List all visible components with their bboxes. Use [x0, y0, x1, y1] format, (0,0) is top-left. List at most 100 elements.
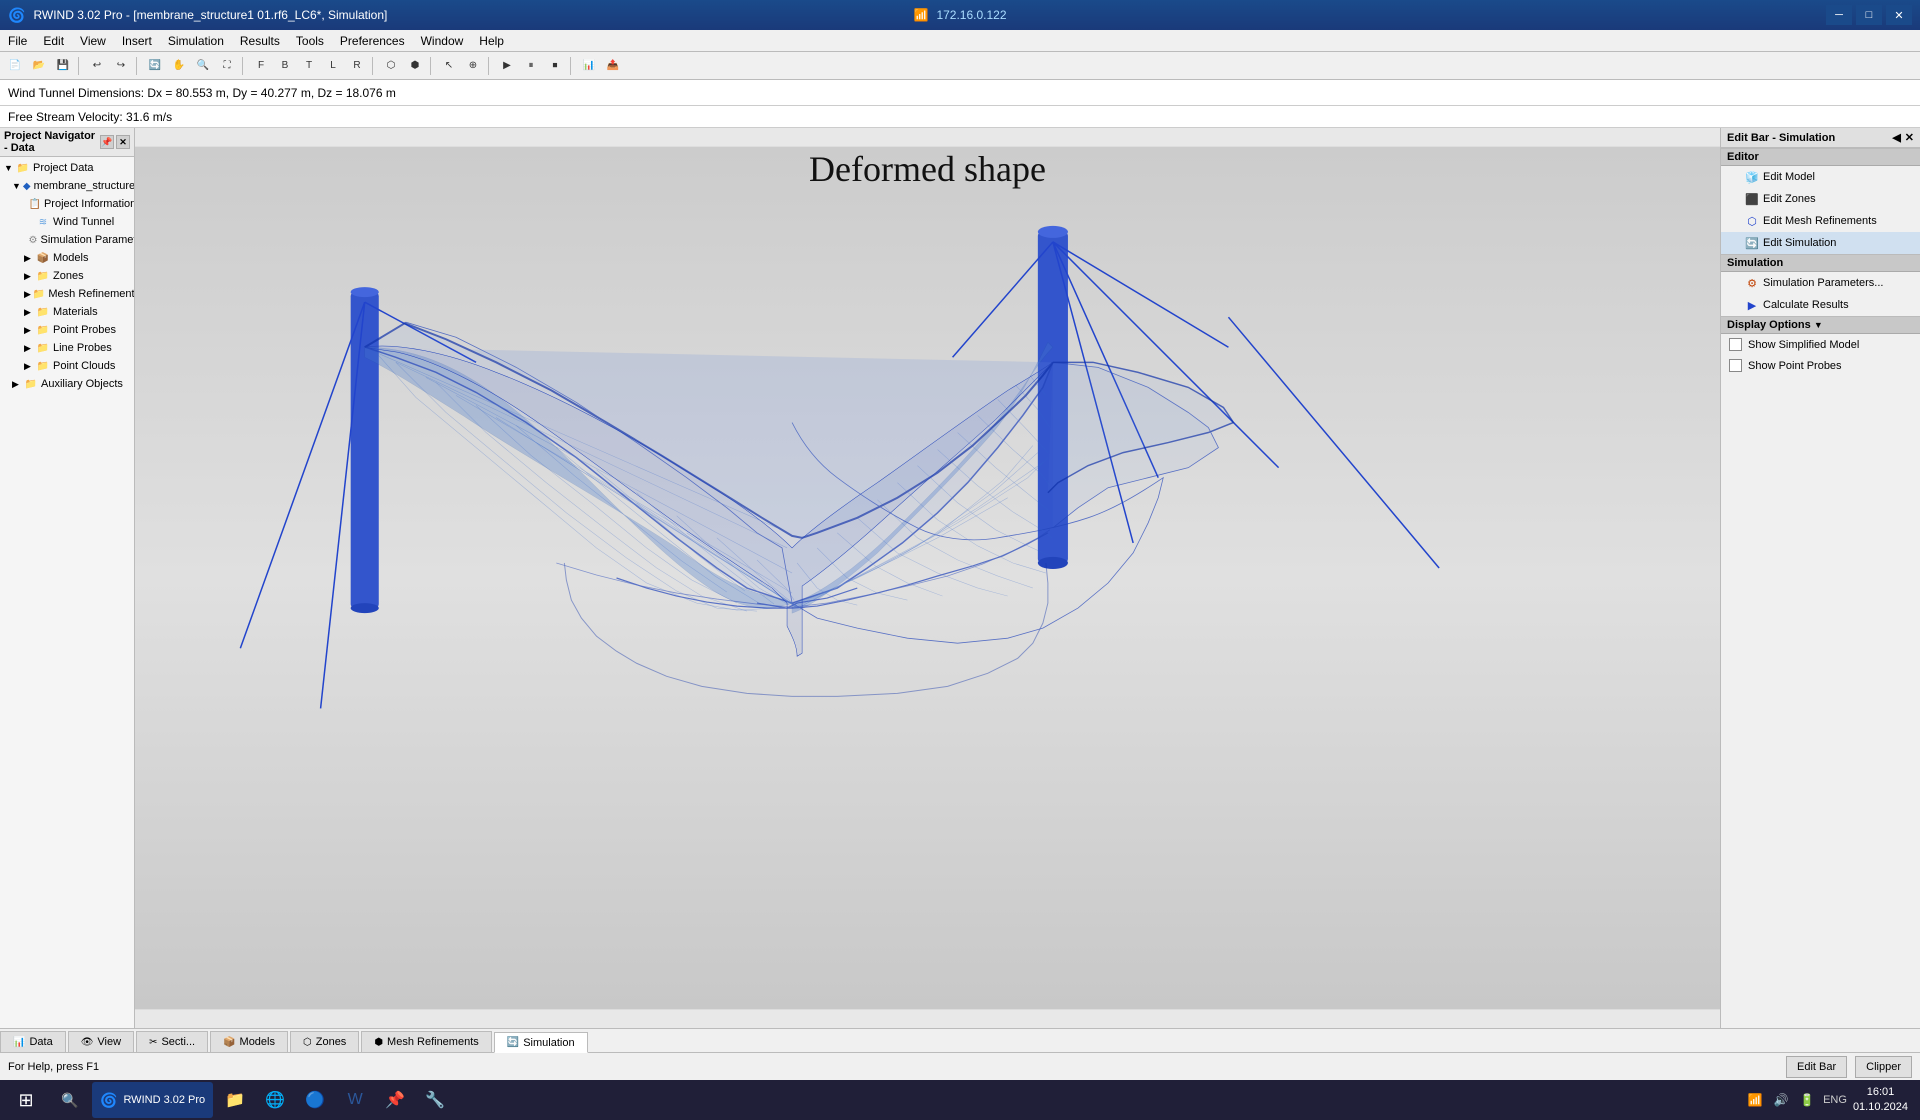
- edit-zones-label: Edit Zones: [1763, 193, 1816, 205]
- rwind-icon: 🌀: [100, 1092, 117, 1109]
- menu-window[interactable]: Window: [413, 32, 472, 50]
- menu-tools[interactable]: Tools: [288, 32, 332, 50]
- calc-results-item[interactable]: ▶ Calculate Results: [1721, 294, 1920, 316]
- tb-new[interactable]: 📄: [4, 55, 26, 77]
- right-panel-header: Edit Bar - Simulation ◀ ✕: [1721, 128, 1920, 148]
- tb-open[interactable]: 📂: [28, 55, 50, 77]
- tab-simulation[interactable]: 🔄 Simulation: [494, 1032, 588, 1053]
- show-simplified-model-item[interactable]: Show Simplified Model: [1721, 334, 1920, 355]
- start-icon: ⊞: [18, 1090, 33, 1111]
- sim-params-item[interactable]: ⚙ Simulation Parameters...: [1721, 272, 1920, 294]
- menu-file[interactable]: File: [0, 32, 35, 50]
- menu-results[interactable]: Results: [232, 32, 288, 50]
- tb-export[interactable]: 📤: [602, 55, 624, 77]
- show-point-probes-checkbox[interactable]: [1729, 359, 1742, 372]
- tb-results[interactable]: 📊: [578, 55, 600, 77]
- tree-wind-tunnel[interactable]: ≋ Wind Tunnel: [0, 213, 134, 231]
- tb-move[interactable]: ⊕: [462, 55, 484, 77]
- tree-mesh[interactable]: ▶ 📁 Mesh Refinements: [0, 285, 134, 303]
- tree-membrane[interactable]: ▼ ◆ membrane_structure1: [0, 177, 134, 195]
- tb-right[interactable]: R: [346, 55, 368, 77]
- edit-mesh-item[interactable]: ⬡ Edit Mesh Refinements: [1721, 210, 1920, 232]
- edit-model-item[interactable]: 🧊 Edit Model: [1721, 166, 1920, 188]
- edit-bar-button[interactable]: Edit Bar: [1786, 1056, 1847, 1078]
- tb-back[interactable]: B: [274, 55, 296, 77]
- tb-wire[interactable]: ⬡: [380, 55, 402, 77]
- edit-zones-item[interactable]: ⬛ Edit Zones: [1721, 188, 1920, 210]
- tree-materials[interactable]: ▶ 📁 Materials: [0, 303, 134, 321]
- menu-preferences[interactable]: Preferences: [332, 32, 413, 50]
- taskbar-edge[interactable]: 🌐: [257, 1082, 293, 1118]
- taskbar-search[interactable]: 🔍: [52, 1082, 88, 1118]
- viewport[interactable]: Deformed shape: [135, 128, 1720, 1028]
- tb-sim1[interactable]: ▶: [496, 55, 518, 77]
- taskbar-word[interactable]: W: [337, 1082, 373, 1118]
- time-display[interactable]: 16:01 01.10.2024: [1853, 1085, 1908, 1116]
- panel-pin[interactable]: 📌: [100, 135, 114, 149]
- tab-zones-label: Zones: [316, 1036, 347, 1048]
- edit-simulation-item[interactable]: 🔄 Edit Simulation: [1721, 232, 1920, 254]
- taskbar-rwind[interactable]: 🌀 RWIND 3.02 Pro: [92, 1082, 213, 1118]
- ip-address: 172.16.0.122: [936, 8, 1006, 22]
- tree-project-data[interactable]: ▼ 📁 Project Data: [0, 159, 134, 177]
- start-button[interactable]: ⊞: [4, 1082, 48, 1118]
- menu-insert[interactable]: Insert: [114, 32, 160, 50]
- tb-select[interactable]: ↖: [438, 55, 460, 77]
- taskbar-app3[interactable]: 🔧: [417, 1082, 453, 1118]
- show-simplified-model-checkbox[interactable]: [1729, 338, 1742, 351]
- taskbar-chrome[interactable]: 🔵: [297, 1082, 333, 1118]
- tab-view[interactable]: 👁 View: [68, 1031, 134, 1052]
- panel-close[interactable]: ✕: [116, 135, 130, 149]
- icon-project-info: 📋: [29, 197, 41, 211]
- close-button[interactable]: ✕: [1886, 5, 1912, 25]
- label-project-data: Project Data: [33, 162, 94, 174]
- minimize-button[interactable]: ─: [1826, 5, 1852, 25]
- tb-undo[interactable]: ↩: [86, 55, 108, 77]
- clock-date: 01.10.2024: [1853, 1100, 1908, 1115]
- tb-redo[interactable]: ↪: [110, 55, 132, 77]
- maximize-button[interactable]: □: [1856, 5, 1882, 25]
- tree-project-info[interactable]: 📋 Project Information: [0, 195, 134, 213]
- show-point-probes-item[interactable]: Show Point Probes: [1721, 355, 1920, 376]
- tb-top[interactable]: T: [298, 55, 320, 77]
- menu-simulation[interactable]: Simulation: [160, 32, 232, 50]
- menu-help[interactable]: Help: [471, 32, 512, 50]
- right-panel-collapse[interactable]: ◀: [1892, 131, 1900, 144]
- right-panel-close[interactable]: ✕: [1905, 131, 1914, 144]
- tab-section[interactable]: ✂ Secti...: [136, 1031, 208, 1052]
- menu-view[interactable]: View: [72, 32, 114, 50]
- tray-network[interactable]: 📶: [1745, 1090, 1765, 1110]
- taskbar-folder[interactable]: 📁: [217, 1082, 253, 1118]
- tb-fit[interactable]: ⛶: [216, 55, 238, 77]
- tree-point-probes[interactable]: ▶ 📁 Point Probes: [0, 321, 134, 339]
- tab-models[interactable]: 📦 Models: [210, 1031, 288, 1052]
- tree-auxiliary[interactable]: ▶ 📁 Auxiliary Objects: [0, 375, 134, 393]
- tree-point-clouds[interactable]: ▶ 📁 Point Clouds: [0, 357, 134, 375]
- clipper-button[interactable]: Clipper: [1855, 1056, 1912, 1078]
- tray-battery[interactable]: 🔋: [1797, 1090, 1817, 1110]
- tree-sim-params[interactable]: ⚙ Simulation Parameters: [0, 231, 134, 249]
- tb-pan[interactable]: ✋: [168, 55, 190, 77]
- tb-sim2[interactable]: ⏸: [520, 55, 542, 77]
- tab-data[interactable]: 📊 Data: [0, 1031, 66, 1052]
- tray-volume[interactable]: 🔊: [1771, 1090, 1791, 1110]
- window-controls: ─ □ ✕: [1826, 5, 1912, 25]
- tree-line-probes[interactable]: ▶ 📁 Line Probes: [0, 339, 134, 357]
- menu-edit[interactable]: Edit: [35, 32, 72, 50]
- tb-zoom[interactable]: 🔍: [192, 55, 214, 77]
- tb-left[interactable]: L: [322, 55, 344, 77]
- calc-results-icon: ▶: [1745, 298, 1759, 312]
- tb-rotate[interactable]: 🔄: [144, 55, 166, 77]
- tb-front[interactable]: F: [250, 55, 272, 77]
- menu-bar: File Edit View Insert Simulation Results…: [0, 30, 1920, 52]
- tree-zones[interactable]: ▶ 📁 Zones: [0, 267, 134, 285]
- tb-save[interactable]: 💾: [52, 55, 74, 77]
- tb-solid[interactable]: ⬢: [404, 55, 426, 77]
- tb-sim3[interactable]: ⏹: [544, 55, 566, 77]
- tree-models[interactable]: ▶ 📦 Models: [0, 249, 134, 267]
- tab-mesh-refinements[interactable]: ⬢ Mesh Refinements: [361, 1031, 491, 1052]
- taskbar-app2[interactable]: 📌: [377, 1082, 413, 1118]
- tab-zones[interactable]: ⬡ Zones: [290, 1031, 359, 1052]
- label-point-clouds: Point Clouds: [53, 360, 115, 372]
- label-sim-params: Simulation Parameters: [40, 234, 134, 246]
